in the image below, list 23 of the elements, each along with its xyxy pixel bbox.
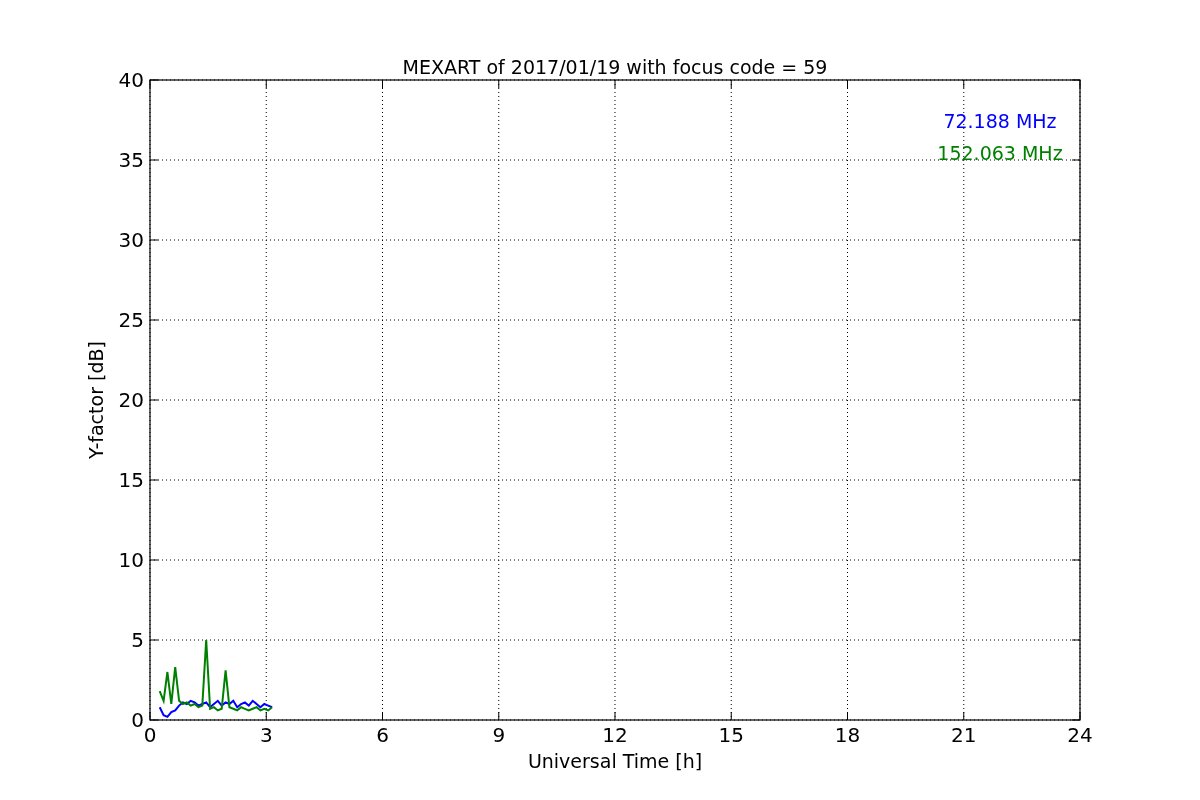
tick-label: 21	[951, 723, 977, 747]
axis-label: Universal Time [h]	[527, 750, 703, 772]
tick-label: 35	[118, 148, 144, 172]
legend-label: 72.188 MHz	[943, 110, 1057, 132]
legend-label: 152.063 MHz	[937, 142, 1063, 164]
chart-title: MEXART of 2017/01/19 with focus code = 59	[402, 56, 828, 78]
tick-label: 25	[118, 308, 144, 332]
tick-label: 10	[118, 548, 144, 572]
tick-label: 20	[118, 388, 144, 412]
tick-label: 15	[718, 723, 744, 747]
tick-label: 6	[376, 723, 389, 747]
tick-label: 15	[118, 468, 144, 492]
tick-label: 40	[118, 68, 144, 92]
tick-label: 12	[602, 723, 628, 747]
tick-label: 5	[131, 628, 144, 652]
tick-label: 9	[492, 723, 506, 747]
axis-label: Y-factor [dB]	[85, 341, 107, 459]
tick-label: 24	[1067, 723, 1093, 747]
tick-label: 0	[131, 708, 144, 732]
tick-label: 18	[834, 723, 861, 747]
tick-label: 30	[118, 228, 144, 252]
tick-label: 3	[259, 723, 273, 747]
tick-label: 0	[143, 723, 157, 747]
